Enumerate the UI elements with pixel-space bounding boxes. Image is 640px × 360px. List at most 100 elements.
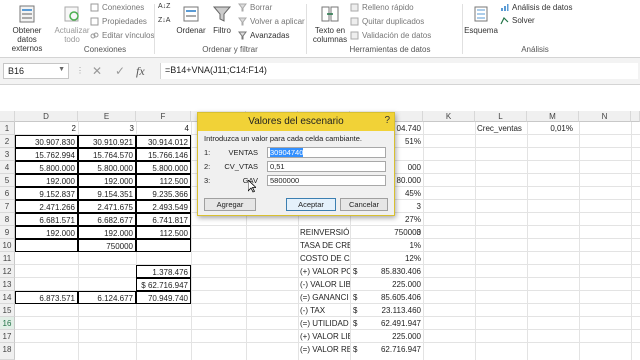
cell[interactable] [15, 239, 78, 252]
cell[interactable]: 0,01% [527, 122, 575, 135]
cell[interactable]: (=) GANANCI [298, 291, 350, 304]
cell[interactable]: 192.000 [15, 226, 78, 239]
conexiones-button[interactable]: Conexiones [90, 3, 144, 12]
cell[interactable]: TASA DE CREC [298, 239, 350, 252]
obtener-datos-externos-button[interactable]: Obtener datos externos [2, 4, 52, 53]
cell[interactable]: COSTO DE CA [298, 252, 350, 265]
cell[interactable]: 750000 [350, 226, 423, 239]
texto-columnas-button[interactable]: Texto en columnas [310, 4, 350, 44]
cell[interactable]: 30.910.921 [78, 135, 136, 148]
column-header[interactable]: N [579, 111, 631, 122]
cell[interactable]: (=) UTILIDAD [298, 317, 350, 330]
sort-za-button[interactable]: Z↓A [158, 17, 170, 24]
cell[interactable]: 225.000 [350, 278, 423, 291]
select-all-corner[interactable] [0, 111, 15, 122]
cell[interactable]: 750000 [78, 239, 136, 252]
gav-input[interactable]: 5800000 [267, 175, 386, 186]
cancelar-button[interactable]: Cancelar [340, 198, 388, 211]
cell[interactable]: 85.605.406 [358, 291, 423, 304]
cell[interactable]: 70.949.740 [136, 291, 191, 304]
enter-icon[interactable]: ✓ [115, 64, 125, 78]
cell[interactable]: Crec_ventas [475, 122, 535, 135]
cell[interactable]: 85.830.406 [358, 265, 423, 278]
column-header[interactable]: E [78, 111, 136, 122]
avanzadas-button[interactable]: Avanzadas [238, 31, 289, 40]
cell[interactable]: 2.493.549 [136, 200, 191, 213]
cell[interactable]: 2 [15, 122, 78, 135]
cell[interactable]: 225.000 [350, 330, 423, 343]
agregar-button[interactable]: Agregar [204, 198, 256, 211]
row-header[interactable]: 12 [0, 265, 15, 278]
cell[interactable]: 6.124.677 [78, 291, 136, 304]
column-header[interactable]: D [15, 111, 78, 122]
row-header[interactable]: 3 [0, 148, 15, 161]
solver-button[interactable]: Solver [500, 16, 535, 25]
row-header[interactable]: 6 [0, 187, 15, 200]
row-header[interactable]: 2 [0, 135, 15, 148]
cell[interactable]: (=) VALOR RE [298, 343, 350, 356]
cell[interactable]: 4 [136, 122, 191, 135]
cell[interactable]: 30.914.012 [136, 135, 191, 148]
cell[interactable]: 2.471.675 [78, 200, 136, 213]
row-header[interactable]: 7 [0, 200, 15, 213]
row-header[interactable]: 15 [0, 304, 15, 317]
row-header[interactable]: 9 [0, 226, 15, 239]
cell[interactable]: 62.716.947 [358, 343, 423, 356]
cell[interactable]: 112.500 [136, 174, 191, 187]
cell[interactable]: 192.000 [78, 174, 136, 187]
cell[interactable]: 6.682.677 [78, 213, 136, 226]
analisis-datos-button[interactable]: Análisis de datos [500, 3, 572, 12]
row-header[interactable]: 8 [0, 213, 15, 226]
relleno-rapido-button[interactable]: Relleno rápido [350, 3, 414, 12]
cell[interactable]: 1% [350, 239, 423, 252]
row-header[interactable]: 5 [0, 174, 15, 187]
cell[interactable] [136, 239, 191, 252]
formula-input[interactable]: =B14+VNA(J11;C14:F14) [160, 63, 638, 79]
cell[interactable]: REINVERSIÓN [298, 226, 350, 239]
cell[interactable]: 15.764.570 [78, 148, 136, 161]
ventas-input[interactable]: 30904740 [267, 147, 386, 158]
row-header[interactable]: 10 [0, 239, 15, 252]
propiedades-button[interactable]: Propiedades [90, 17, 147, 26]
cell[interactable]: 15.766.146 [136, 148, 191, 161]
cell[interactable]: 23.113.460 [358, 304, 423, 317]
cv-vtas-input[interactable]: 0,51 [267, 161, 386, 172]
cell[interactable]: 12% [350, 252, 423, 265]
cell[interactable]: 6.681.571 [15, 213, 78, 226]
cell[interactable]: 192.000 [78, 226, 136, 239]
sort-az-button[interactable]: A↓Z [158, 3, 170, 10]
column-header[interactable]: K [423, 111, 475, 122]
cell[interactable]: 5.800.000 [136, 161, 191, 174]
borrar-button[interactable]: Borrar [238, 3, 272, 12]
row-header[interactable]: 16 [0, 317, 15, 330]
cell[interactable]: 3 [78, 122, 136, 135]
volver-aplicar-button[interactable]: Volver a aplicar [238, 17, 305, 26]
column-header[interactable]: F [136, 111, 191, 122]
row-header[interactable]: 11 [0, 252, 15, 265]
cell[interactable]: 62.491.947 [358, 317, 423, 330]
name-box[interactable]: B16 ▼ [3, 63, 69, 79]
cell[interactable]: 9.152.837 [15, 187, 78, 200]
row-header[interactable]: 4 [0, 161, 15, 174]
cell[interactable]: 9.154.351 [78, 187, 136, 200]
actualizar-todo-button[interactable]: Actualizar todo [54, 4, 90, 44]
editar-vinculos-button[interactable]: Editar vínculos [90, 31, 154, 40]
cell[interactable]: 30.907.830 [15, 135, 78, 148]
insert-function-icon[interactable]: fx [136, 64, 145, 79]
cell[interactable]: 192.000 [15, 174, 78, 187]
cell[interactable]: $ 62.716.947 [136, 278, 191, 291]
cell[interactable]: 5.800.000 [15, 161, 78, 174]
cell[interactable]: 9.235.366 [136, 187, 191, 200]
esquema-button[interactable]: Esquema [463, 4, 499, 35]
cell[interactable]: (-) VALOR LIB [298, 278, 350, 291]
cell[interactable]: 5.800.000 [78, 161, 136, 174]
quitar-duplicados-button[interactable]: Quitar duplicados [350, 17, 424, 26]
row-header[interactable]: 17 [0, 330, 15, 343]
row-header[interactable]: 18 [0, 343, 15, 360]
cell[interactable]: 1.378.476 [136, 265, 191, 278]
cell[interactable]: 6.741.817 [136, 213, 191, 226]
column-header[interactable]: M [527, 111, 579, 122]
cell[interactable]: (+) VALOR PC [298, 265, 350, 278]
row-header[interactable]: 14 [0, 291, 15, 304]
cancel-icon[interactable]: ✕ [92, 64, 102, 78]
